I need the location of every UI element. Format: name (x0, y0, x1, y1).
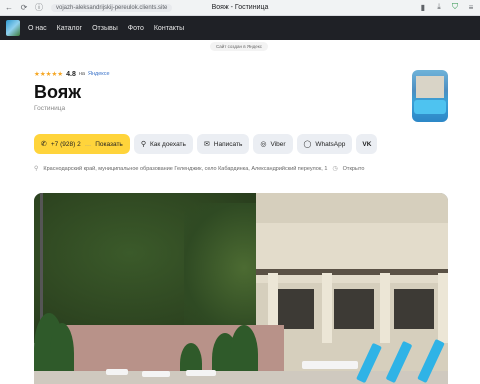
thumbnail-building (416, 76, 444, 98)
pin-icon: ⚲ (34, 166, 39, 172)
photo-column (380, 273, 390, 343)
site-logo[interactable] (6, 20, 20, 36)
created-note[interactable]: Сайт создан в Яндекс (210, 42, 268, 51)
address-text[interactable]: Краснодарский край, муниципальное образо… (43, 166, 327, 172)
rating-row: ★★★★★ 4.8 на Яндексе (34, 70, 110, 79)
photo-lounger (302, 361, 358, 369)
whatsapp-label: WhatsApp (315, 140, 346, 148)
route-label: Как доехать (149, 140, 186, 148)
hotel-thumbnail[interactable] (412, 70, 448, 122)
page-title: Вояж - Гостиница (211, 4, 269, 11)
clock-icon: ◷ (332, 166, 338, 172)
address-row: ⚲ Краснодарский край, муниципальное обра… (34, 165, 365, 173)
hotel-photo[interactable] (34, 193, 448, 384)
photo-column (322, 273, 332, 343)
viber-button[interactable]: ◎ Viber (253, 134, 293, 154)
viber-label: Viber (270, 140, 286, 148)
phone-hidden-digits: … (84, 140, 92, 148)
download-icon[interactable]: ⤓ (434, 2, 444, 12)
phone-show-label: Показать (95, 140, 123, 148)
whatsapp-icon: ◯ (303, 141, 312, 148)
nav-item-catalog[interactable]: Каталог (57, 25, 82, 32)
rating-source-link[interactable]: Яндексе (88, 71, 110, 77)
photo-window (394, 289, 434, 329)
route-button[interactable]: ⚲ Как доехать (133, 134, 193, 154)
nav-item-about[interactable]: О нас (28, 25, 47, 32)
thumbnail-pool (414, 100, 446, 114)
nav-item-reviews[interactable]: Отзывы (92, 25, 118, 32)
photo-building-band (256, 269, 448, 275)
mail-icon: ✉ (203, 141, 210, 148)
write-label: Написать (213, 140, 243, 148)
photo-window (274, 289, 314, 329)
rating-on: на (78, 71, 85, 77)
browser-toolbar: ← ⟳ ⓘ vojazh-aleksandrijskij-pereulok.cl… (0, 0, 480, 16)
photo-column (438, 273, 448, 343)
photo-lounger (106, 369, 128, 375)
bookmark-icon[interactable]: ▮ (418, 3, 428, 12)
whatsapp-button[interactable]: ◯ WhatsApp (296, 134, 353, 154)
hotel-name: Вояж (34, 82, 82, 102)
route-icon: ⚲ (140, 141, 146, 148)
nav-item-photo[interactable]: Фото (128, 25, 144, 32)
vk-icon: VK (362, 140, 372, 148)
action-buttons: ✆ +7 (928) 2 … Показать ⚲ Как доехать ✉ … (34, 134, 378, 154)
phone-button[interactable]: ✆ +7 (928) 2 … Показать (34, 134, 130, 154)
site-nav: О нас Каталог Отзывы Фото Контакты (0, 16, 480, 40)
write-button[interactable]: ✉ Написать (196, 134, 250, 154)
shield-icon[interactable]: ⛉ (450, 2, 460, 12)
hotel-type: Гостиница (34, 105, 66, 112)
photo-window (334, 289, 374, 329)
menu-icon[interactable]: ≡ (466, 3, 476, 12)
vk-button[interactable]: VK (356, 134, 378, 154)
nav-item-contacts[interactable]: Контакты (154, 25, 184, 32)
viber-icon: ◎ (260, 141, 267, 148)
rating-stars: ★★★★★ (34, 71, 64, 78)
phone-number: +7 (928) 2 (50, 140, 81, 148)
photo-lounger (186, 370, 216, 376)
open-status[interactable]: Открыто (343, 166, 365, 172)
phone-icon: ✆ (41, 141, 47, 148)
photo-lounger (142, 371, 170, 377)
rating-value: 4.8 (66, 70, 76, 78)
